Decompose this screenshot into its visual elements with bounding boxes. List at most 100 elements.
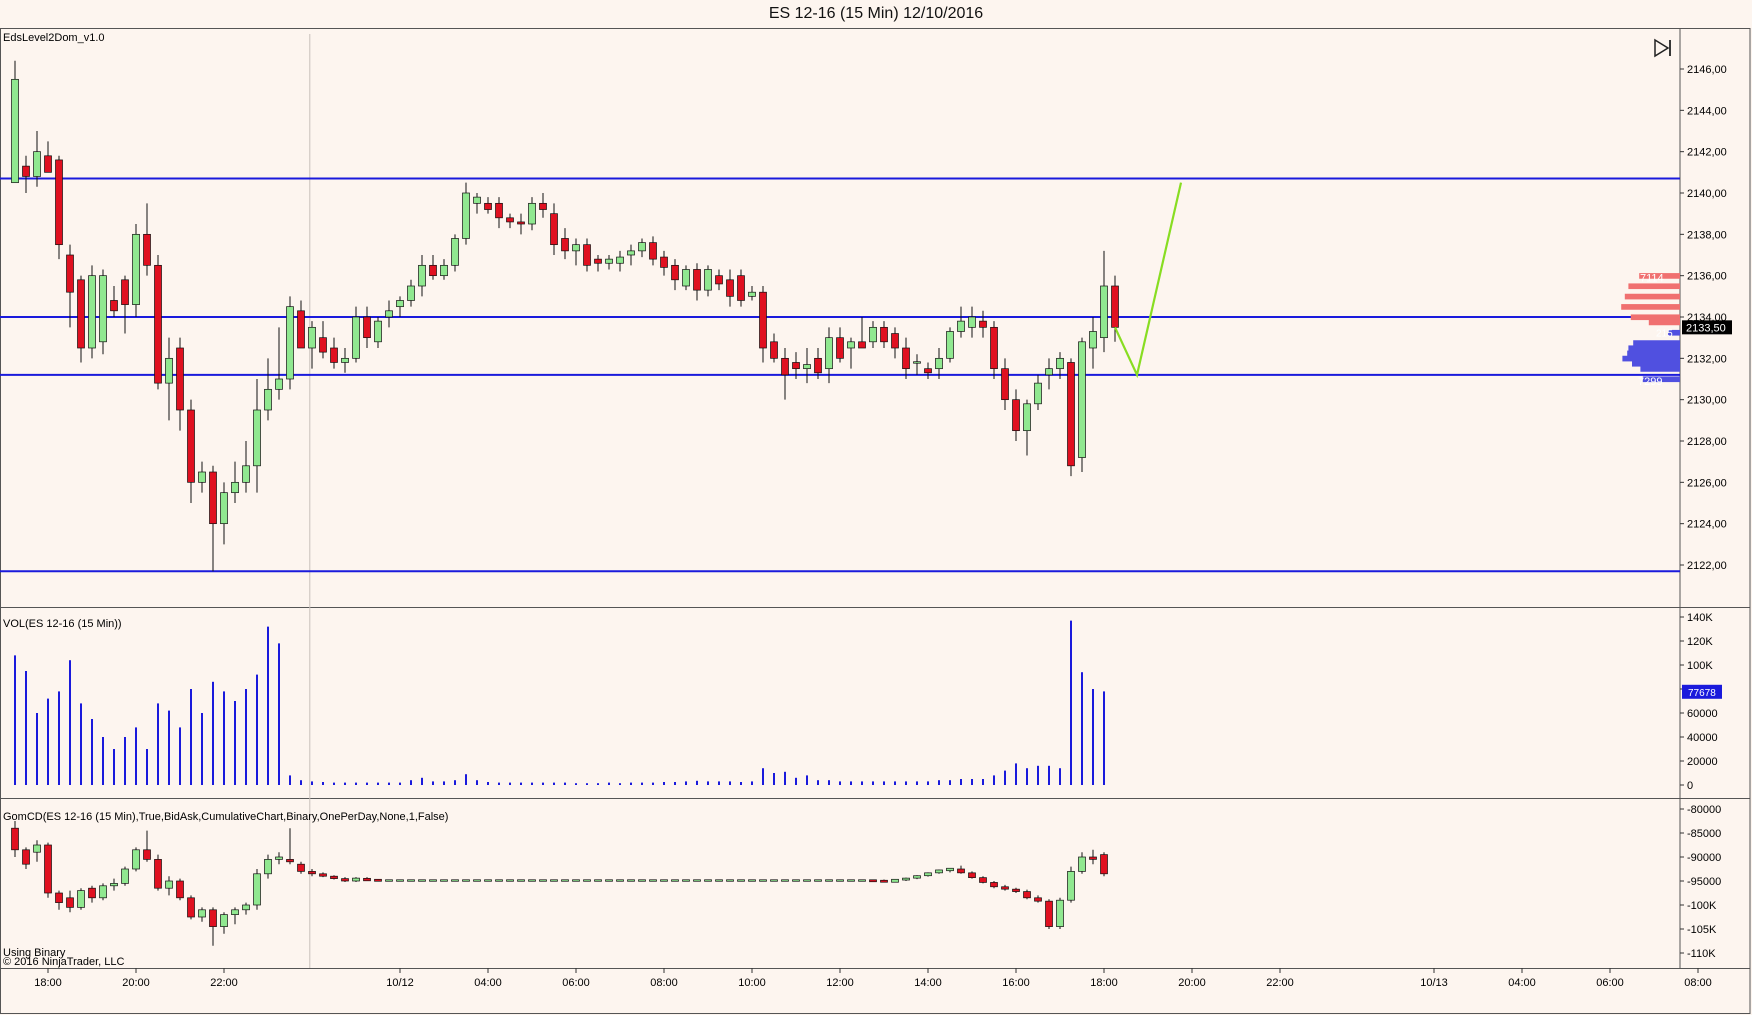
price-candle[interactable] <box>253 379 261 493</box>
cd-candle[interactable] <box>176 878 184 901</box>
cd-candle[interactable] <box>726 879 734 882</box>
cd-candle[interactable] <box>297 861 305 874</box>
cd-candle[interactable] <box>990 881 998 889</box>
cd-candle[interactable] <box>902 877 910 881</box>
cd-candle[interactable] <box>440 879 448 882</box>
cd-candle[interactable] <box>407 879 415 882</box>
price-candle[interactable] <box>1034 374 1042 410</box>
price-candle[interactable] <box>957 306 965 338</box>
price-candle[interactable] <box>660 250 668 276</box>
price-candle[interactable] <box>440 259 448 280</box>
price-candle[interactable] <box>242 441 250 493</box>
price-candle[interactable] <box>572 238 580 266</box>
price-candle[interactable] <box>363 306 371 348</box>
cd-candle[interactable] <box>1056 897 1064 929</box>
price-candle[interactable] <box>924 362 932 379</box>
price-candle[interactable] <box>605 255 613 270</box>
price-candle[interactable] <box>1089 317 1097 369</box>
cd-candle[interactable] <box>572 879 580 882</box>
cd-candle[interactable] <box>660 879 668 882</box>
price-candle[interactable] <box>1067 358 1075 477</box>
cd-candle[interactable] <box>352 877 360 882</box>
price-candle[interactable] <box>55 155 63 260</box>
price-candle[interactable] <box>231 461 239 503</box>
cd-candle[interactable] <box>110 878 118 891</box>
price-candle[interactable] <box>1023 399 1031 456</box>
cd-candle[interactable] <box>891 878 899 883</box>
cd-candle[interactable] <box>1034 895 1042 903</box>
price-candle[interactable] <box>330 337 338 369</box>
cd-candle[interactable] <box>858 879 866 882</box>
cd-candle[interactable] <box>275 852 283 865</box>
price-candle[interactable] <box>220 482 228 545</box>
cd-candle[interactable] <box>165 876 173 896</box>
price-candle[interactable] <box>638 238 646 258</box>
price-candle[interactable] <box>176 337 184 431</box>
cd-candle[interactable] <box>1100 852 1108 877</box>
price-candle[interactable] <box>429 255 437 280</box>
cd-candle[interactable] <box>946 867 954 873</box>
chart-canvas[interactable]: 7114 7299 215 2146,00 2144,00 2142,00 2140,00… <box>0 0 1752 1015</box>
cd-candle[interactable] <box>880 879 888 883</box>
price-candle[interactable] <box>891 327 899 359</box>
cd-candle[interactable] <box>616 879 624 882</box>
price-candle[interactable] <box>682 265 690 291</box>
cd-candle[interactable] <box>561 879 569 882</box>
cd-candle[interactable] <box>451 879 459 882</box>
cd-candle[interactable] <box>770 879 778 882</box>
cd-candle[interactable] <box>627 879 635 882</box>
price-candle[interactable] <box>847 337 855 369</box>
cd-candle[interactable] <box>264 854 272 879</box>
price-candle[interactable] <box>396 296 404 317</box>
cd-candle[interactable] <box>748 879 756 882</box>
cd-candle[interactable] <box>704 879 712 882</box>
price-candle[interactable] <box>990 321 998 379</box>
cd-candle[interactable] <box>363 877 371 882</box>
cd-candle[interactable] <box>781 879 789 882</box>
cd-candle[interactable] <box>1045 899 1053 929</box>
price-candle[interactable] <box>110 286 118 317</box>
price-candle[interactable] <box>297 300 305 349</box>
cd-candle[interactable] <box>1078 852 1086 874</box>
price-candle[interactable] <box>704 265 712 297</box>
price-candle[interactable] <box>88 265 96 359</box>
cd-candle[interactable] <box>506 879 514 882</box>
price-candle[interactable] <box>946 327 954 363</box>
price-candle[interactable] <box>979 310 987 338</box>
cd-candle[interactable] <box>22 847 30 869</box>
price-candle[interactable] <box>506 213 514 229</box>
cd-candle[interactable] <box>682 879 690 882</box>
price-candle[interactable] <box>1100 250 1108 353</box>
price-candle[interactable] <box>198 461 206 493</box>
cumulative-delta-pane[interactable] <box>11 821 1108 946</box>
price-candle[interactable] <box>616 250 624 272</box>
cd-candle[interactable] <box>1089 849 1097 865</box>
cd-candle[interactable] <box>11 821 19 857</box>
price-candle[interactable] <box>1045 358 1053 390</box>
price-candle[interactable] <box>165 337 173 421</box>
cd-candle[interactable] <box>1012 887 1020 893</box>
cd-candle[interactable] <box>814 879 822 882</box>
price-candle[interactable] <box>869 321 877 348</box>
price-candle[interactable] <box>66 244 74 328</box>
cd-candle[interactable] <box>968 871 976 879</box>
price-candle[interactable] <box>1078 337 1086 472</box>
price-candle[interactable] <box>143 203 151 276</box>
cd-candle[interactable] <box>99 883 107 901</box>
cd-candle[interactable] <box>737 879 745 882</box>
cd-candle[interactable] <box>319 872 327 878</box>
price-candle[interactable] <box>451 234 459 272</box>
cd-candle[interactable] <box>913 875 921 880</box>
cd-candle[interactable] <box>539 879 547 882</box>
price-candle[interactable] <box>759 286 767 363</box>
cd-candle[interactable] <box>594 879 602 882</box>
price-candle[interactable] <box>627 244 635 266</box>
price-candle[interactable] <box>748 286 756 301</box>
cd-candle[interactable] <box>517 879 525 882</box>
cd-candle[interactable] <box>198 907 206 922</box>
price-candle[interactable] <box>726 269 734 307</box>
cd-candle[interactable] <box>957 865 965 874</box>
price-candle[interactable] <box>484 197 492 214</box>
price-candle[interactable] <box>671 259 679 291</box>
price-candle[interactable] <box>880 321 888 348</box>
